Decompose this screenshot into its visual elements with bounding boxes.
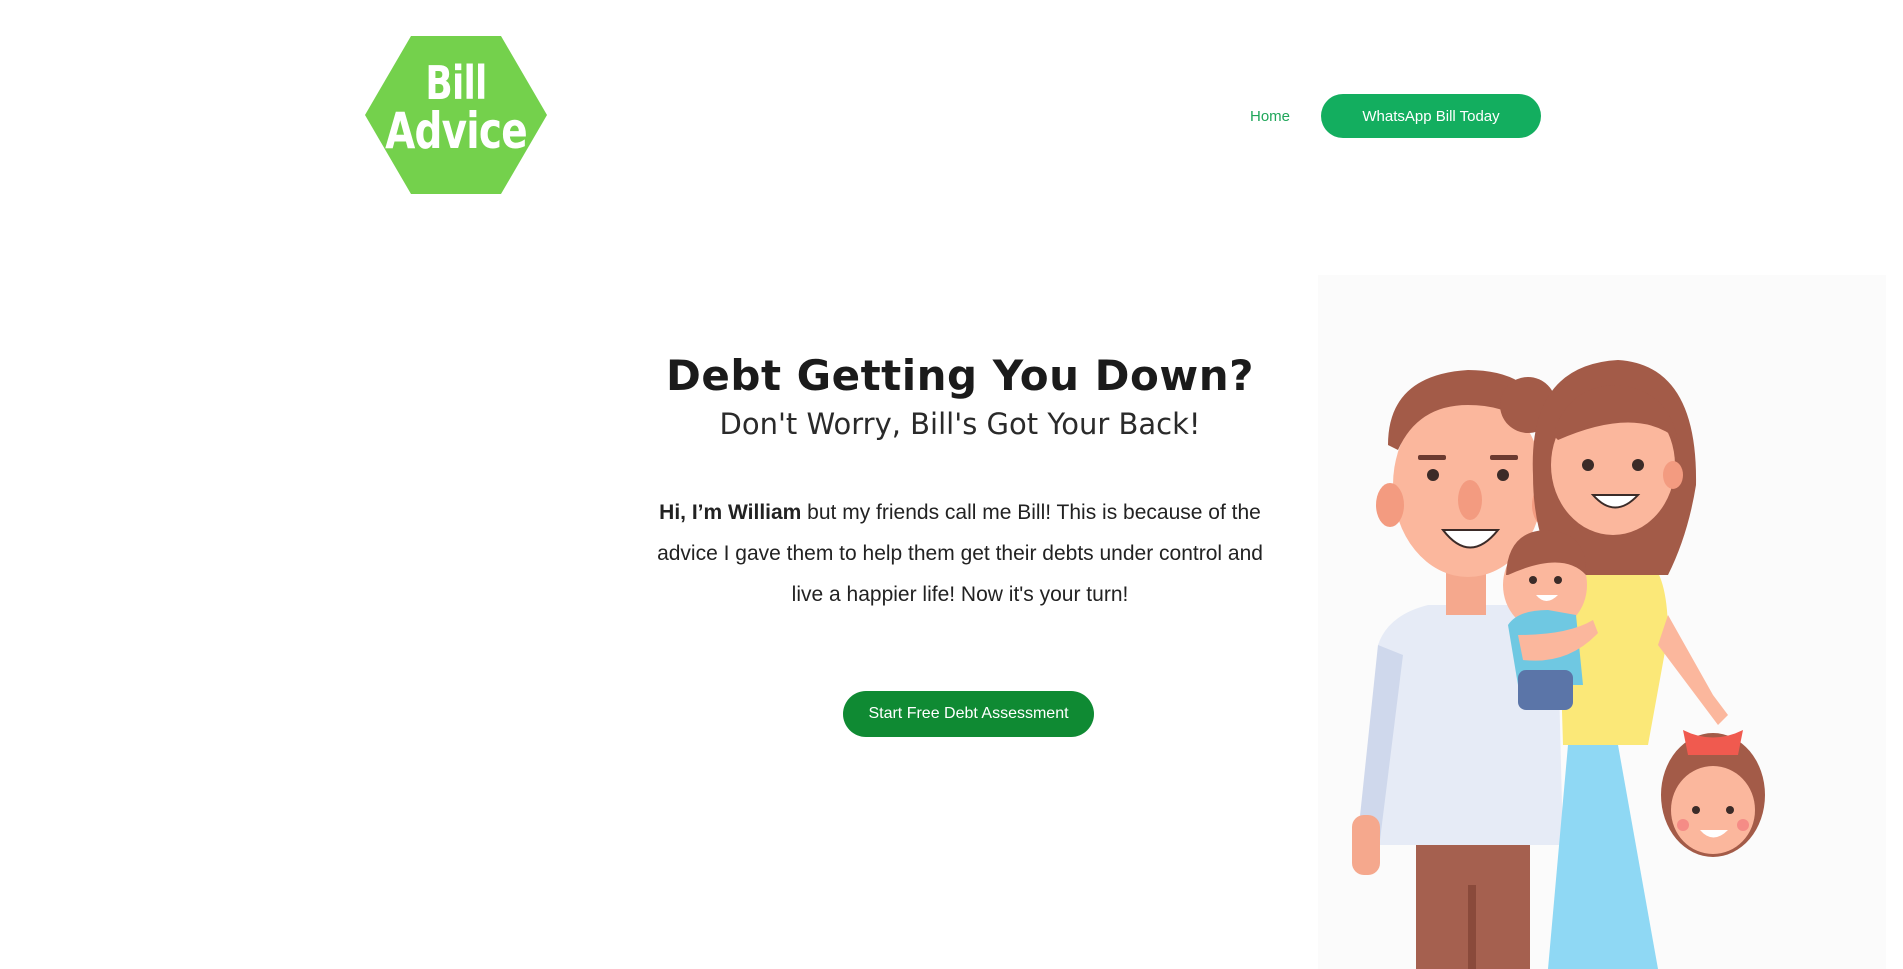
main-nav: Home WhatsApp Bill Today xyxy=(1250,94,1542,138)
logo-text: Bill Advice xyxy=(365,58,547,156)
hero-intro: Hi, I’m William but my friends call me B… xyxy=(650,492,1270,615)
site-logo[interactable]: Bill Advice xyxy=(365,36,547,194)
whatsapp-button[interactable]: WhatsApp Bill Today xyxy=(1321,94,1542,138)
girl-figure xyxy=(1661,730,1765,857)
logo-line-1: Bill xyxy=(425,56,487,110)
logo-line-2: Advice xyxy=(385,102,528,160)
hero-title: Debt Getting You Down? xyxy=(666,351,1254,400)
hero-subtitle: Don't Worry, Bill's Got Your Back! xyxy=(719,407,1201,441)
family-illustration-svg xyxy=(1352,360,1765,969)
hero-section: Debt Getting You Down? Don't Worry, Bill… xyxy=(640,350,1280,615)
hero-intro-bold: Hi, I’m William xyxy=(659,501,802,524)
family-illustration-icon xyxy=(1318,275,1886,969)
start-assessment-button[interactable]: Start Free Debt Assessment xyxy=(843,691,1094,737)
nav-home-link[interactable]: Home xyxy=(1250,108,1290,125)
